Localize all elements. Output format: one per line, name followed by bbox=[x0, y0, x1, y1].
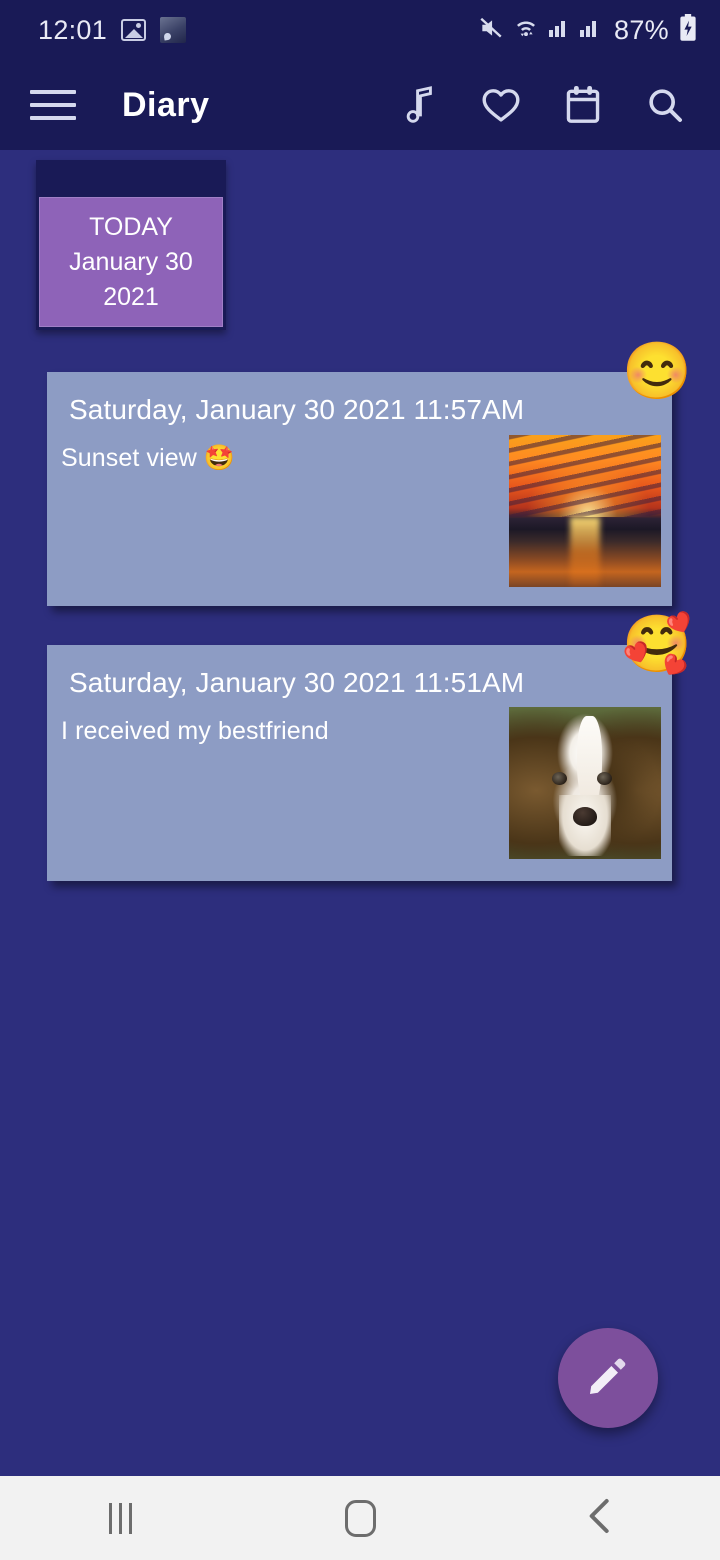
today-date-card[interactable]: TODAY January 30 2021 bbox=[36, 160, 226, 330]
today-label: TODAY bbox=[89, 213, 173, 241]
sunset-photo[interactable] bbox=[509, 435, 661, 587]
dog-photo[interactable] bbox=[509, 707, 661, 859]
entry-datetime: Saturday, January 30 2021 11:57AM bbox=[69, 394, 525, 425]
today-date: January 30 bbox=[69, 248, 193, 276]
page-title: Diary bbox=[122, 85, 210, 124]
today-date-card-body: TODAY January 30 2021 bbox=[39, 197, 223, 327]
back-button[interactable] bbox=[540, 1488, 660, 1548]
recents-icon bbox=[108, 1502, 132, 1534]
diary-entry-card[interactable]: Saturday, January 30 2021 11:57AM Sunset… bbox=[47, 340, 692, 606]
diary-entry-card[interactable]: Saturday, January 30 2021 11:51AM I rece… bbox=[47, 613, 692, 881]
home-button[interactable] bbox=[300, 1488, 420, 1548]
wifi-icon bbox=[513, 15, 539, 46]
today-year: 2021 bbox=[103, 283, 159, 311]
system-navigation-bar bbox=[0, 1476, 720, 1560]
mute-icon bbox=[478, 15, 504, 46]
new-entry-button[interactable] bbox=[558, 1328, 658, 1428]
screenshot-thumbnail bbox=[160, 17, 187, 43]
entry-datetime: Saturday, January 30 2021 11:51AM bbox=[69, 667, 525, 698]
back-icon bbox=[585, 1496, 615, 1541]
status-bar: 12:01 87% bbox=[0, 0, 720, 60]
status-bar-left: 12:01 bbox=[38, 14, 187, 46]
pencil-icon bbox=[584, 1352, 632, 1405]
app-bar-actions bbox=[396, 82, 720, 128]
signal-sim1-icon bbox=[548, 16, 570, 45]
home-icon bbox=[344, 1499, 376, 1537]
mood-emoji: 🥰 bbox=[622, 612, 692, 675]
calendar-icon[interactable] bbox=[560, 82, 606, 128]
music-icon[interactable] bbox=[396, 82, 442, 128]
favorite-icon[interactable] bbox=[478, 82, 524, 128]
status-clock: 12:01 bbox=[38, 14, 108, 45]
status-bar-right: 87% bbox=[478, 13, 698, 47]
app-bar: Diary bbox=[0, 60, 720, 150]
mood-emoji: 😊 bbox=[622, 339, 692, 402]
search-icon[interactable] bbox=[642, 82, 688, 128]
hamburger-menu-icon[interactable] bbox=[30, 90, 76, 120]
battery-percent-label: 87% bbox=[614, 14, 669, 45]
recents-button[interactable] bbox=[60, 1488, 180, 1548]
signal-sim2-icon bbox=[579, 16, 601, 45]
gallery-icon bbox=[121, 19, 147, 41]
battery-charging-icon bbox=[678, 13, 698, 47]
